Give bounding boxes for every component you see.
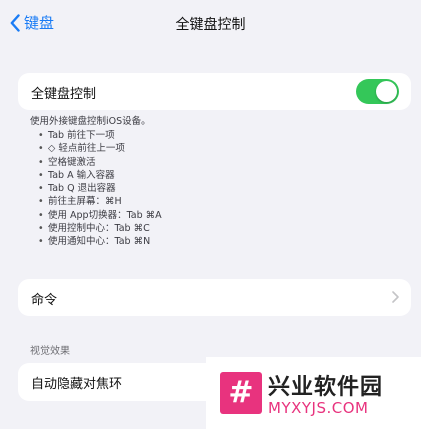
shortcut-item: 使用通知中心：Tab ⌘N bbox=[38, 235, 162, 249]
navigation-bar: 键盘 全键盘控制 bbox=[0, 0, 421, 46]
shortcut-item: ◇ 轻点前往上一项 bbox=[38, 142, 162, 156]
shortcut-item: Tab 前往下一项 bbox=[38, 129, 162, 143]
shortcut-item: 空格键激活 bbox=[38, 156, 162, 170]
full-keyboard-access-label: 全键盘控制 bbox=[31, 87, 97, 102]
page-title: 全键盘控制 bbox=[175, 17, 246, 33]
shortcut-item: 使用控制中心：Tab ⌘C bbox=[38, 222, 162, 236]
shortcut-item: Tab A 输入容器 bbox=[38, 169, 162, 183]
shortcut-item: 前往主屏幕：⌘H bbox=[38, 195, 162, 209]
full-keyboard-access-toggle[interactable] bbox=[356, 79, 399, 104]
shortcut-list: Tab 前往下一项 ◇ 轻点前往上一项 空格键激活 Tab A 输入容器 Tab… bbox=[30, 129, 162, 249]
watermark-name: 兴业软件园 bbox=[268, 375, 384, 400]
description-intro: 使用外接键盘控制iOS设备。 bbox=[30, 116, 151, 127]
visual-effects-header: 视觉效果 bbox=[30, 346, 70, 357]
shortcut-item: 使用 App切换器：Tab ⌘A bbox=[38, 209, 162, 223]
watermark: # 兴业软件园 MYXYJS.COM bbox=[206, 357, 421, 429]
auto-hide-focus-ring-label: 自动隐藏对焦环 bbox=[31, 377, 123, 392]
watermark-logo-icon: # bbox=[220, 372, 262, 414]
commands-label: 命令 bbox=[31, 293, 58, 308]
toggle-knob bbox=[376, 81, 397, 102]
description-block: 使用外接键盘控制iOS设备。 Tab 前往下一项 ◇ 轻点前往上一项 空格键激活… bbox=[30, 115, 162, 249]
watermark-logo-char: # bbox=[228, 375, 254, 410]
full-keyboard-access-row: 全键盘控制 bbox=[18, 73, 411, 110]
commands-row[interactable]: 命令 bbox=[18, 279, 411, 316]
chevron-right-icon bbox=[392, 291, 399, 303]
shortcut-item: Tab Q 退出容器 bbox=[38, 182, 162, 196]
watermark-url: MYXYJS.COM bbox=[268, 399, 369, 417]
